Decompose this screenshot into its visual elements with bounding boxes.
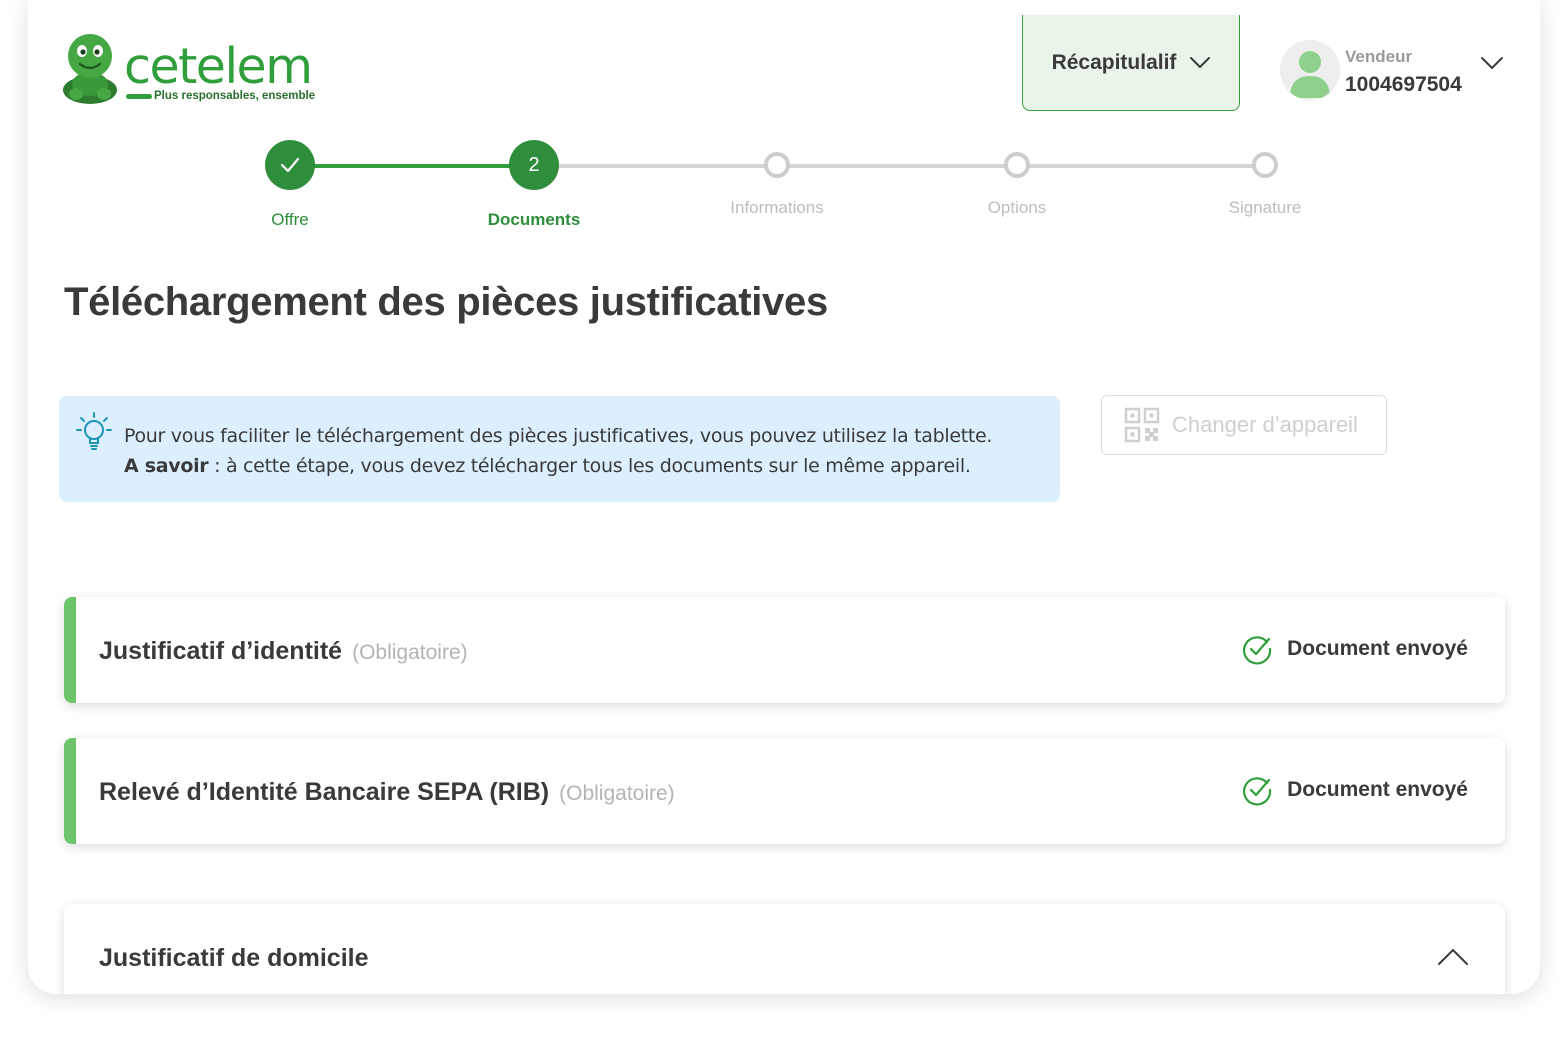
cetelem-logo[interactable]: cetelem Plus responsables, ensemble [62,32,332,106]
user-role: Vendeur [1345,47,1413,66]
check-circle-icon [1243,777,1272,806]
info-banner: Pour vous faciliter le téléchargement de… [59,396,1060,502]
change-device-label: Changer d’appareil [1172,412,1358,437]
info-line-2-text: : à cette étape, vous devez télécharger … [208,455,971,477]
step-current-circle: 2 [509,140,559,190]
step-label: Signature [1228,198,1302,217]
summary-dropdown-button[interactable]: Récapitulalif [1022,15,1240,111]
document-card-rib[interactable]: Relevé d’Identité Bancaire SEPA (RIB) (Ob… [64,738,1505,844]
step-label: Options [987,198,1047,217]
logo-underline [126,94,152,99]
document-status-label: Document envoyé [1287,778,1468,801]
avatar [1280,40,1340,100]
user-id: 1004697504 [1345,73,1462,96]
step-label: Informations [730,198,824,217]
stepper-line-pending [534,164,1264,168]
document-title: Justificatif d’identité (Obligatoire) [99,637,468,666]
user-menu[interactable]: Vendeur 1004697504 [1280,40,1512,102]
step-label: Offre [271,210,309,229]
document-title: Justificatif de domicile [99,944,369,972]
summary-dropdown-label: Récapitulalif [1051,50,1177,74]
document-card-address[interactable]: Justificatif de domicile [64,904,1505,994]
change-device-button[interactable]: Changer d’appareil [1101,395,1387,455]
card-accent [64,597,76,703]
progress-stepper: Offre 2 Documents Informations Options S… [28,140,1540,230]
document-card-identity[interactable]: Justificatif d’identité (Obligatoire) Doc… [64,597,1505,703]
step-informations: Informations [692,140,862,218]
check-icon [280,157,300,173]
logo-tagline: Plus responsables, ensemble [154,90,316,102]
info-line-2: A savoir : à cette étape, vous devez tél… [124,451,992,481]
page-title: Téléchargement des pièces justificatives [64,280,828,324]
step-documents[interactable]: 2 Documents [449,140,619,230]
document-status: Document envoyé [1241,633,1468,665]
document-name: Relevé d’Identité Bancaire SEPA (RIB) [99,778,550,806]
mascot-icon [63,34,117,104]
document-title: Relevé d’Identité Bancaire SEPA (RIB) (Ob… [99,778,675,807]
step-signature: Signature [1180,140,1350,218]
document-requirement: (Obligatoire) [559,782,675,805]
step-label: Documents [487,210,581,229]
step-todo-circle [1004,152,1030,178]
check-circle-icon [1243,636,1272,665]
step-offre[interactable]: Offre [205,140,375,230]
user-icon [1290,51,1330,98]
step-todo-circle [764,152,790,178]
info-line-1: Pour vous faciliter le téléchargement de… [124,425,993,447]
chevron-up-icon[interactable] [1437,946,1469,966]
document-status: Document envoyé [1241,774,1468,806]
chevron-down-icon [1190,56,1211,68]
document-requirement: (Obligatoire) [352,641,468,664]
step-done-circle [265,140,315,190]
chevron-down-icon[interactable] [1480,56,1504,70]
info-text: Pour vous faciliter le téléchargement de… [124,421,992,481]
card-accent [64,738,76,844]
document-name: Justificatif d’identité [99,637,343,665]
info-bold-label: A savoir [124,455,209,477]
step-todo-circle [1252,152,1278,178]
app-frame: cetelem Plus responsables, ensemble Réca… [28,0,1540,994]
step-options: Options [932,140,1102,218]
document-status-label: Document envoyé [1287,637,1468,660]
lightbulb-icon [76,412,112,450]
qr-code-icon [1124,407,1160,443]
